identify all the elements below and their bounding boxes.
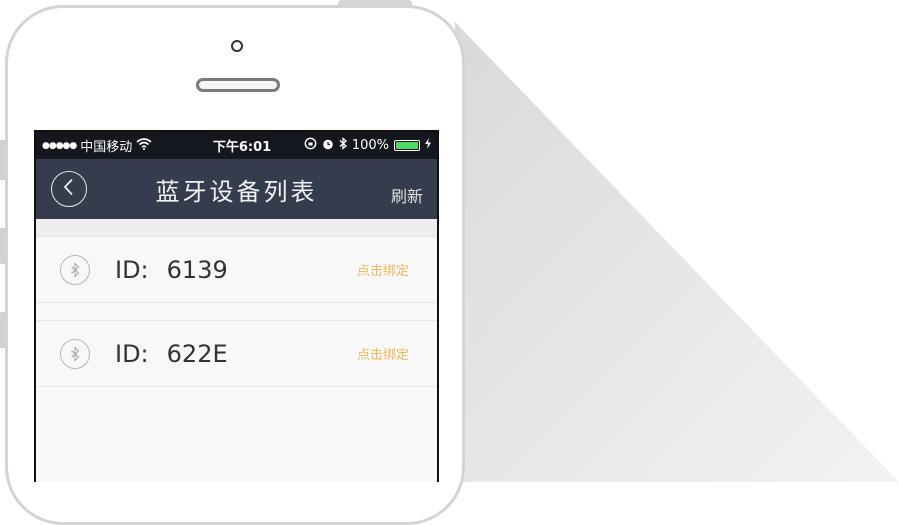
chevron-left-icon xyxy=(62,178,76,200)
phone-screen: ●●●●● 中国移动 下午6:01 100% 蓝牙设备列表 刷新 ID: 613… xyxy=(34,130,439,482)
alarm-icon xyxy=(322,138,334,154)
device-id: ID: 6139 xyxy=(115,256,228,284)
nav-bar: 蓝牙设备列表 刷新 xyxy=(36,159,437,219)
bind-device-button[interactable]: 点击绑定 xyxy=(357,260,409,279)
list-top-spacer xyxy=(36,219,437,237)
status-bar: ●●●●● 中国移动 下午6:01 100% xyxy=(36,132,437,159)
front-camera xyxy=(231,40,243,52)
bluetooth-icon xyxy=(60,338,90,369)
wifi-icon xyxy=(136,137,152,154)
back-button[interactable] xyxy=(51,171,87,207)
carrier-name: 中国移动 xyxy=(80,140,133,155)
status-time: 下午6:01 xyxy=(212,140,272,155)
device-list-item[interactable]: ID: 622E 点击绑定 xyxy=(36,321,437,387)
earpiece-speaker xyxy=(196,78,280,92)
bluetooth-icon xyxy=(60,254,90,285)
page-title: 蓝牙设备列表 xyxy=(155,177,318,206)
bluetooth-status-icon xyxy=(339,137,347,154)
device-id-label: ID: xyxy=(115,255,149,284)
battery-level-fill xyxy=(396,142,418,149)
device-id-label: ID: xyxy=(115,339,149,368)
bind-device-button[interactable]: 点击绑定 xyxy=(357,344,409,363)
device-list-item[interactable]: ID: 6139 点击绑定 xyxy=(36,237,437,303)
battery-percent: 100% xyxy=(351,138,389,153)
charging-icon xyxy=(425,138,431,153)
list-separator xyxy=(36,303,437,321)
refresh-button[interactable]: 刷新 xyxy=(391,183,423,207)
rotation-lock-icon xyxy=(304,137,317,154)
battery-icon xyxy=(394,140,420,151)
device-id-value: 622E xyxy=(166,339,228,368)
device-id: ID: 622E xyxy=(115,340,228,368)
signal-strength: ●●●●● xyxy=(42,140,77,151)
device-id-value: 6139 xyxy=(166,255,228,284)
